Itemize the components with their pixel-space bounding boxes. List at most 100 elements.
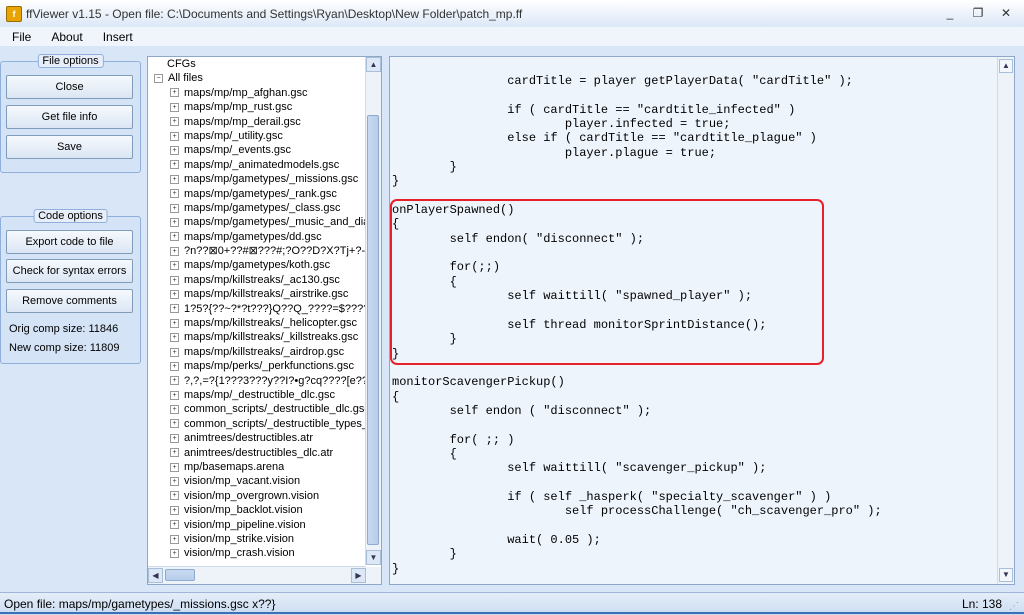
expand-icon[interactable]: +: [170, 131, 179, 141]
tree-node-file[interactable]: + vision/mp_overgrown.vision: [148, 489, 366, 503]
code-text-area[interactable]: cardTitle = player getPlayerData( "cardT…: [390, 57, 997, 584]
expand-icon[interactable]: +: [170, 520, 179, 530]
expand-icon[interactable]: +: [170, 376, 179, 386]
scroll-left-arrow-icon[interactable]: ◀: [148, 568, 163, 583]
expand-icon[interactable]: +: [170, 491, 179, 501]
tree-node-file[interactable]: + maps/mp/gametypes/_rank.gsc: [148, 187, 366, 201]
tree-node-file[interactable]: + maps/mp/killstreaks/_killstreaks.gsc: [148, 330, 366, 344]
code-editor[interactable]: cardTitle = player getPlayerData( "cardT…: [389, 56, 1015, 585]
tree-node-file[interactable]: + maps/mp/mp_afghan.gsc: [148, 86, 366, 100]
save-button[interactable]: Save: [6, 135, 133, 159]
expand-icon[interactable]: +: [170, 246, 179, 256]
tree-node-file[interactable]: + mp/basemaps.arena: [148, 460, 366, 474]
expand-icon[interactable]: +: [170, 477, 179, 487]
tree-node-file[interactable]: + maps/mp/mp_rust.gsc: [148, 100, 366, 114]
tree-node-file[interactable]: + maps/mp/killstreaks/_airstrike.gsc: [148, 287, 366, 301]
tree-node-file[interactable]: + maps/mp/killstreaks/_ac130.gsc: [148, 273, 366, 287]
expand-icon[interactable]: +: [170, 261, 179, 271]
tree-node-label: maps/mp/killstreaks/_ac130.gsc: [184, 273, 340, 286]
expand-icon[interactable]: +: [170, 304, 179, 314]
expand-icon[interactable]: +: [170, 433, 179, 443]
tree-node-file[interactable]: + maps/mp/gametypes/koth.gsc: [148, 258, 366, 272]
tree-node-file[interactable]: + maps/mp/_events.gsc: [148, 143, 366, 157]
scroll-down-arrow-icon[interactable]: ▼: [366, 550, 381, 565]
get-file-info-button[interactable]: Get file info: [6, 105, 133, 129]
scroll-down-arrow-icon[interactable]: ▼: [999, 568, 1013, 582]
expand-icon[interactable]: +: [170, 217, 179, 227]
tree-node-file[interactable]: + common_scripts/_destructible_types_: [148, 417, 366, 431]
expand-icon[interactable]: +: [170, 146, 179, 156]
menu-insert[interactable]: Insert: [91, 30, 141, 44]
tree-node-file[interactable]: + animtrees/destructibles_dlc.atr: [148, 446, 366, 460]
code-vertical-scrollbar[interactable]: ▲ ▼: [997, 57, 1014, 584]
scroll-thumb[interactable]: [165, 569, 195, 581]
collapse-icon[interactable]: −: [154, 74, 163, 84]
tree-node-label: vision/mp_backlot.vision: [184, 504, 303, 517]
close-file-button[interactable]: Close: [6, 75, 133, 99]
tree-node-file[interactable]: + maps/mp/gametypes/_missions.gsc: [148, 172, 366, 186]
scroll-right-arrow-icon[interactable]: ▶: [351, 568, 366, 583]
expand-icon[interactable]: +: [170, 318, 179, 328]
tree-vertical-scrollbar[interactable]: ▲ ▼: [365, 57, 381, 565]
tree-node-file[interactable]: + maps/mp/_animatedmodels.gsc: [148, 158, 366, 172]
tree-node-label: maps/mp/killstreaks/_killstreaks.gsc: [184, 331, 359, 344]
tree-node-file[interactable]: + maps/mp/perks/_perkfunctions.gsc: [148, 359, 366, 373]
expand-icon[interactable]: +: [170, 390, 179, 400]
menu-bar: File About Insert: [0, 27, 1024, 46]
expand-icon[interactable]: +: [170, 232, 179, 242]
menu-file[interactable]: File: [0, 30, 39, 44]
export-code-button[interactable]: Export code to file: [6, 230, 133, 254]
expand-icon[interactable]: +: [170, 189, 179, 199]
expand-icon[interactable]: +: [170, 419, 179, 429]
expand-icon[interactable]: +: [170, 548, 179, 558]
tree-node-file[interactable]: + vision/mp_pipeline.vision: [148, 518, 366, 532]
restore-button[interactable]: ❐: [964, 4, 992, 22]
expand-icon[interactable]: +: [170, 333, 179, 343]
scroll-thumb[interactable]: [367, 115, 379, 545]
scroll-up-arrow-icon[interactable]: ▲: [366, 57, 381, 72]
expand-icon[interactable]: +: [170, 203, 179, 213]
tree-horizontal-scrollbar[interactable]: ◀ ▶: [148, 566, 366, 584]
check-syntax-button[interactable]: Check for syntax errors: [6, 259, 133, 283]
tree-node-cfgs[interactable]: CFGs: [148, 57, 366, 71]
expand-icon[interactable]: +: [170, 88, 179, 98]
tree-node-file[interactable]: + maps/mp/gametypes/_music_and_dia: [148, 215, 366, 229]
expand-icon[interactable]: +: [170, 289, 179, 299]
expand-icon[interactable]: +: [170, 534, 179, 544]
tree-node-file[interactable]: + ?,?,=?{1???3???y??I?•g?cq????[e???: [148, 374, 366, 388]
tree-node-file[interactable]: + common_scripts/_destructible_dlc.gsc: [148, 402, 366, 416]
tree-node-file[interactable]: + maps/mp/killstreaks/_helicopter.gsc: [148, 316, 366, 330]
remove-comments-button[interactable]: Remove comments: [6, 289, 133, 313]
file-options-title: File options: [37, 54, 104, 68]
expand-icon[interactable]: +: [170, 160, 179, 170]
tree-node-file[interactable]: + maps/mp/killstreaks/_airdrop.gsc: [148, 345, 366, 359]
tree-node-file[interactable]: + maps/mp/gametypes/dd.gsc: [148, 230, 366, 244]
tree-node-file[interactable]: + ?n??⊠0+??#⊠???#;?O??D?X?Tj+?-?k: [148, 244, 366, 258]
expand-icon[interactable]: +: [170, 361, 179, 371]
tree-node-file[interactable]: + maps/mp/mp_derail.gsc: [148, 115, 366, 129]
tree-node-file[interactable]: + maps/mp/gametypes/_class.gsc: [148, 201, 366, 215]
expand-icon[interactable]: +: [170, 102, 179, 112]
tree-node-file[interactable]: +1?5?{??~?*?t???}Q??Q_????=$????: [148, 302, 366, 316]
tree-node-file[interactable]: + maps/mp/_destructible_dlc.gsc: [148, 388, 366, 402]
expand-icon[interactable]: +: [170, 462, 179, 472]
expand-icon[interactable]: +: [170, 117, 179, 127]
expand-icon[interactable]: +: [170, 275, 179, 285]
tree-node-file[interactable]: + vision/mp_crash.vision: [148, 546, 366, 560]
scroll-up-arrow-icon[interactable]: ▲: [999, 59, 1013, 73]
expand-icon[interactable]: +: [170, 347, 179, 357]
expand-icon[interactable]: +: [170, 505, 179, 515]
file-tree[interactable]: CFGs − All files + maps/mp/mp_afghan.gsc +…: [147, 56, 382, 585]
expand-icon[interactable]: +: [170, 405, 179, 415]
tree-node-file[interactable]: + vision/mp_strike.vision: [148, 532, 366, 546]
tree-node-file[interactable]: + vision/mp_vacant.vision: [148, 474, 366, 488]
expand-icon[interactable]: +: [170, 174, 179, 184]
tree-node-all-files[interactable]: − All files: [148, 71, 366, 85]
tree-node-file[interactable]: + maps/mp/_utility.gsc: [148, 129, 366, 143]
expand-icon[interactable]: +: [170, 448, 179, 458]
tree-node-file[interactable]: + vision/mp_backlot.vision: [148, 503, 366, 517]
close-window-button[interactable]: ✕: [992, 4, 1020, 22]
menu-about[interactable]: About: [39, 30, 90, 44]
minimize-button[interactable]: _: [936, 4, 964, 22]
tree-node-file[interactable]: + animtrees/destructibles.atr: [148, 431, 366, 445]
